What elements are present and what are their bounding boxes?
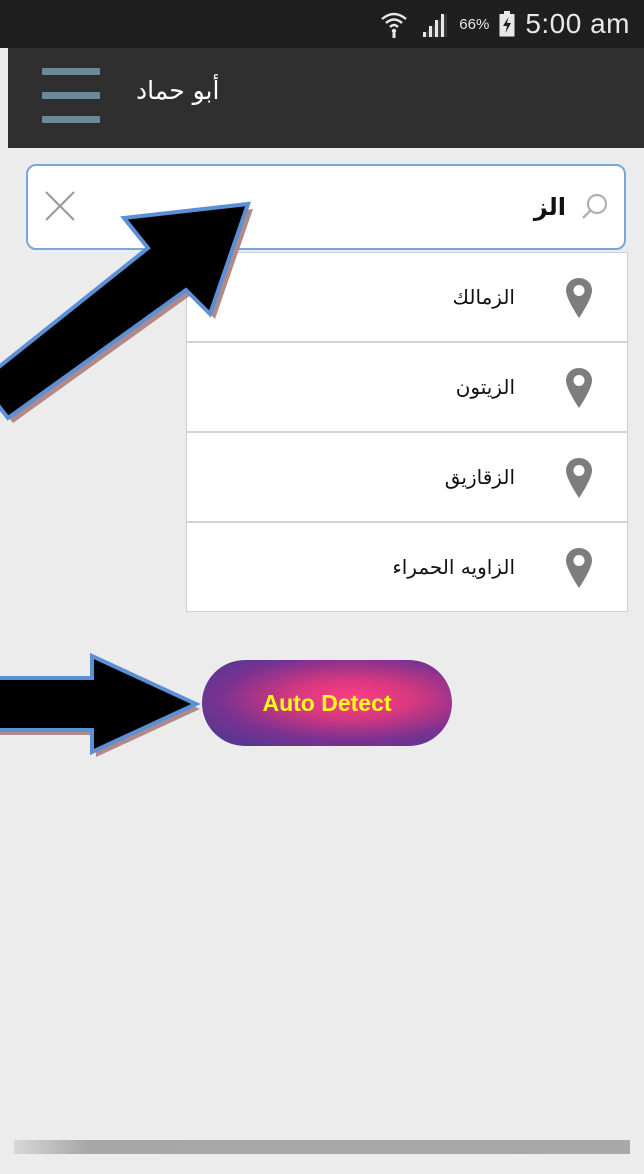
status-icons: 66% 5:00 am [379, 0, 630, 48]
suggestion-item[interactable]: الزمالك [187, 253, 627, 343]
location-pin-icon [566, 458, 592, 498]
status-time: 5:00 am [525, 8, 630, 39]
suggestion-label: الزاويه الحمراء [392, 555, 515, 579]
arrow-to-button-shadow [0, 661, 200, 757]
location-pin-icon [566, 548, 592, 588]
suggestions-list: الزمالك الزيتون الزقازيق الزاويه الحمراء [186, 252, 628, 612]
wifi-icon [381, 12, 408, 38]
location-pin-icon [566, 368, 592, 408]
auto-detect-label: Auto Detect [262, 689, 392, 716]
app-bar: أبو حماد [8, 48, 644, 148]
search-input[interactable] [86, 166, 566, 248]
suggestion-label: الزيتون [455, 375, 515, 399]
suggestion-item[interactable]: الزاويه الحمراء [187, 523, 627, 611]
location-pin-icon [566, 278, 592, 318]
battery-charging-icon [499, 11, 515, 37]
search-box [26, 164, 626, 250]
close-icon[interactable] [42, 188, 78, 224]
arrow-to-button-icon [0, 652, 201, 756]
suggestion-label: الزقازيق [444, 465, 515, 489]
hamburger-menu-icon[interactable] [42, 68, 100, 124]
status-bar: 66% 5:00 am [0, 0, 644, 48]
search-icon [582, 193, 608, 219]
signal-icon [421, 13, 448, 37]
auto-detect-button[interactable]: Auto Detect [202, 660, 452, 746]
suggestion-label: الزمالك [452, 285, 515, 309]
bottom-blur-bar [14, 1140, 630, 1154]
suggestion-item[interactable]: الزقازيق [187, 433, 627, 523]
battery-percent: 66% [459, 15, 490, 33]
suggestion-item[interactable]: الزيتون [187, 343, 627, 433]
app-title: أبو حماد [136, 76, 220, 105]
